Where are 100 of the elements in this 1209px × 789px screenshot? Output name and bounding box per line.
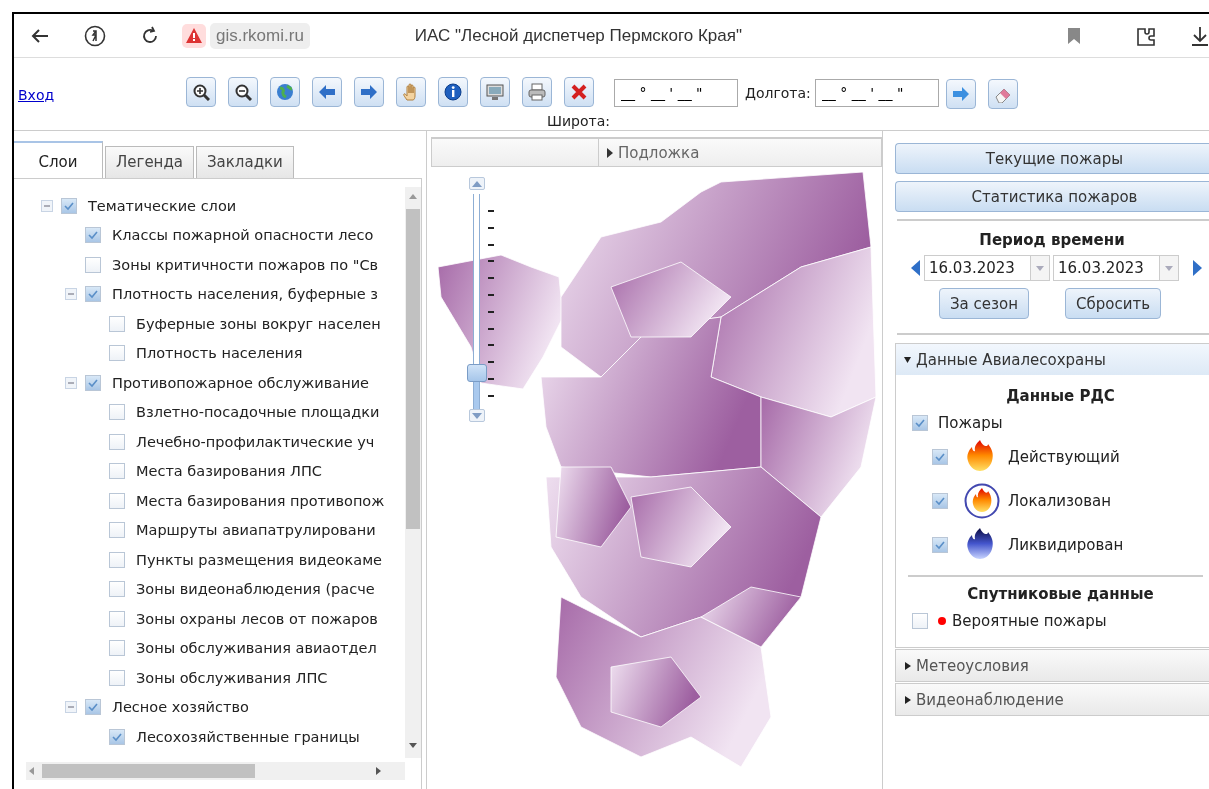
down-icon bbox=[472, 412, 482, 419]
checkbox-label[interactable]: Локализован bbox=[1008, 492, 1112, 510]
tab[interactable]: Легенда bbox=[105, 146, 194, 178]
checkbox[interactable] bbox=[85, 699, 101, 716]
layer-label[interactable]: Зоны обслуживания ЛПС bbox=[136, 669, 328, 686]
checkbox[interactable] bbox=[85, 374, 101, 391]
checkbox[interactable] bbox=[85, 286, 101, 303]
layer-label[interactable]: Места базирования ЛПС bbox=[136, 463, 322, 480]
layer-label[interactable]: Зоны обслуживания авиаотдел bbox=[136, 640, 377, 657]
layer-label[interactable]: Классы пожарной опасности лесо bbox=[112, 227, 374, 244]
checkbox[interactable] bbox=[109, 551, 125, 568]
checkbox[interactable] bbox=[85, 227, 101, 244]
horizontal-scrollbar[interactable] bbox=[26, 762, 405, 780]
browser-logo-icon[interactable] bbox=[84, 24, 106, 47]
checkbox-label[interactable]: Ликвидирован bbox=[1008, 536, 1124, 554]
layer-label[interactable]: Зоны охраны лесов от пожаров bbox=[136, 610, 378, 627]
slider-thumb[interactable] bbox=[467, 364, 487, 383]
checkbox[interactable] bbox=[61, 197, 77, 214]
checkbox-label[interactable]: Действующий bbox=[1008, 448, 1120, 466]
dropdown-button[interactable] bbox=[1159, 255, 1179, 281]
checkbox[interactable] bbox=[109, 610, 125, 627]
printer-button[interactable] bbox=[522, 77, 552, 107]
layer-label[interactable]: Зоны видеонаблюдения (расче bbox=[136, 581, 375, 598]
cross-button[interactable] bbox=[564, 77, 594, 107]
period-button[interactable]: Сбросить bbox=[1065, 288, 1161, 319]
checkbox-label[interactable]: Вероятные пожары bbox=[952, 612, 1107, 630]
layer-label[interactable]: Лесохозяйственные границы bbox=[136, 728, 360, 745]
magnifier-plus-button[interactable] bbox=[186, 77, 216, 107]
section-header[interactable]: Видеонаблюдение bbox=[896, 684, 1209, 715]
collapse-toggle[interactable] bbox=[65, 288, 77, 301]
page-title: ИАС "Лесной диспетчер Пермского Края" bbox=[414, 25, 742, 46]
layer-label[interactable]: Противопожарное обслуживание bbox=[112, 374, 370, 391]
coordinate-field[interactable]: __ ° __ ' __ " bbox=[814, 79, 939, 107]
magnifier-minus-button[interactable] bbox=[228, 77, 258, 107]
layer-label[interactable]: Зоны критичности пожаров по "Св bbox=[112, 256, 379, 273]
layer-label[interactable]: Места базирования противопож bbox=[136, 492, 385, 509]
collapse-toggle[interactable] bbox=[41, 199, 53, 212]
checkbox[interactable] bbox=[109, 345, 125, 362]
bookmark-icon[interactable] bbox=[1067, 26, 1081, 45]
checkbox[interactable] bbox=[109, 315, 125, 332]
period-button[interactable]: За сезон bbox=[939, 288, 1029, 319]
reload-icon[interactable] bbox=[140, 25, 160, 46]
login-link[interactable]: Вход bbox=[18, 87, 186, 103]
download-icon[interactable] bbox=[1191, 25, 1209, 46]
url-field[interactable]: gis.rkomi.ru bbox=[210, 22, 310, 49]
hand-button[interactable] bbox=[396, 77, 426, 107]
coordinate-field[interactable]: __ ° __ ' __ " bbox=[614, 79, 738, 107]
arrow-right-button[interactable] bbox=[354, 77, 384, 107]
section-subtitle: Спутниковые данные bbox=[966, 585, 1155, 603]
eraser-button[interactable] bbox=[987, 79, 1018, 109]
layer-label[interactable]: Лесное хозяйство bbox=[112, 699, 249, 716]
checkbox[interactable] bbox=[912, 415, 928, 431]
layer-label[interactable]: Тематические слои bbox=[88, 197, 237, 214]
collapse-toggle[interactable] bbox=[65, 701, 77, 714]
checkbox[interactable] bbox=[932, 537, 948, 553]
section-subtitle: Данные РДС bbox=[1005, 387, 1116, 405]
tab[interactable]: Слои bbox=[14, 141, 103, 178]
go-button[interactable] bbox=[945, 79, 976, 109]
checkbox[interactable] bbox=[109, 433, 125, 450]
expand-icon bbox=[904, 695, 911, 704]
info-button[interactable] bbox=[438, 77, 468, 107]
checkbox[interactable] bbox=[109, 728, 125, 745]
checkbox[interactable] bbox=[109, 492, 125, 509]
layer-label[interactable]: Взлетно-посадочные площадки bbox=[136, 404, 380, 421]
tab[interactable]: Закладки bbox=[196, 146, 294, 178]
checkbox-label[interactable]: Пожары bbox=[938, 414, 1003, 432]
checkbox[interactable] bbox=[109, 669, 125, 686]
arrow-left-button[interactable] bbox=[312, 77, 342, 107]
vertical-scrollbar[interactable] bbox=[405, 187, 421, 758]
zoom-in-button[interactable] bbox=[469, 177, 485, 190]
layer-label[interactable]: Маршруты авиапатрулировани bbox=[136, 522, 376, 539]
checkbox[interactable] bbox=[109, 463, 125, 480]
checkbox[interactable] bbox=[912, 613, 928, 629]
magnifier-plus-icon bbox=[192, 83, 210, 101]
checkbox[interactable] bbox=[109, 640, 125, 657]
checkbox[interactable] bbox=[932, 493, 948, 509]
dropdown-button[interactable] bbox=[1030, 255, 1050, 281]
section-header[interactable]: Метеоусловия bbox=[896, 650, 1209, 681]
next-icon[interactable] bbox=[1192, 260, 1202, 276]
layer-label[interactable]: Пункты размещения видеокаме bbox=[136, 551, 382, 568]
checkbox[interactable] bbox=[109, 522, 125, 539]
monitor-button[interactable] bbox=[480, 77, 510, 107]
date-field[interactable]: 16.03.2023 bbox=[1053, 255, 1159, 281]
layer-label[interactable]: Лечебно-профилактические уч bbox=[136, 433, 375, 450]
date-field[interactable]: 16.03.2023 bbox=[924, 255, 1030, 281]
section-header[interactable]: Данные Авиалесохраны bbox=[896, 344, 1209, 375]
checkbox[interactable] bbox=[109, 581, 125, 598]
globe-button[interactable] bbox=[270, 77, 300, 107]
checkbox[interactable] bbox=[85, 256, 101, 273]
panel-button[interactable]: Статистика пожаров bbox=[895, 181, 1209, 212]
collapse-toggle[interactable] bbox=[65, 376, 77, 389]
arrow-left-icon bbox=[318, 83, 336, 101]
layer-label[interactable]: Плотность населения, буферные з bbox=[112, 286, 378, 303]
layer-label[interactable]: Плотность населения bbox=[136, 345, 303, 362]
checkbox[interactable] bbox=[932, 449, 948, 465]
checkbox[interactable] bbox=[109, 404, 125, 421]
zoom-out-button[interactable] bbox=[469, 409, 485, 422]
layer-label[interactable]: Буферные зоны вокруг населен bbox=[136, 315, 381, 332]
panel-button[interactable]: Текущие пожары bbox=[895, 143, 1209, 174]
previous-icon[interactable] bbox=[911, 260, 921, 276]
